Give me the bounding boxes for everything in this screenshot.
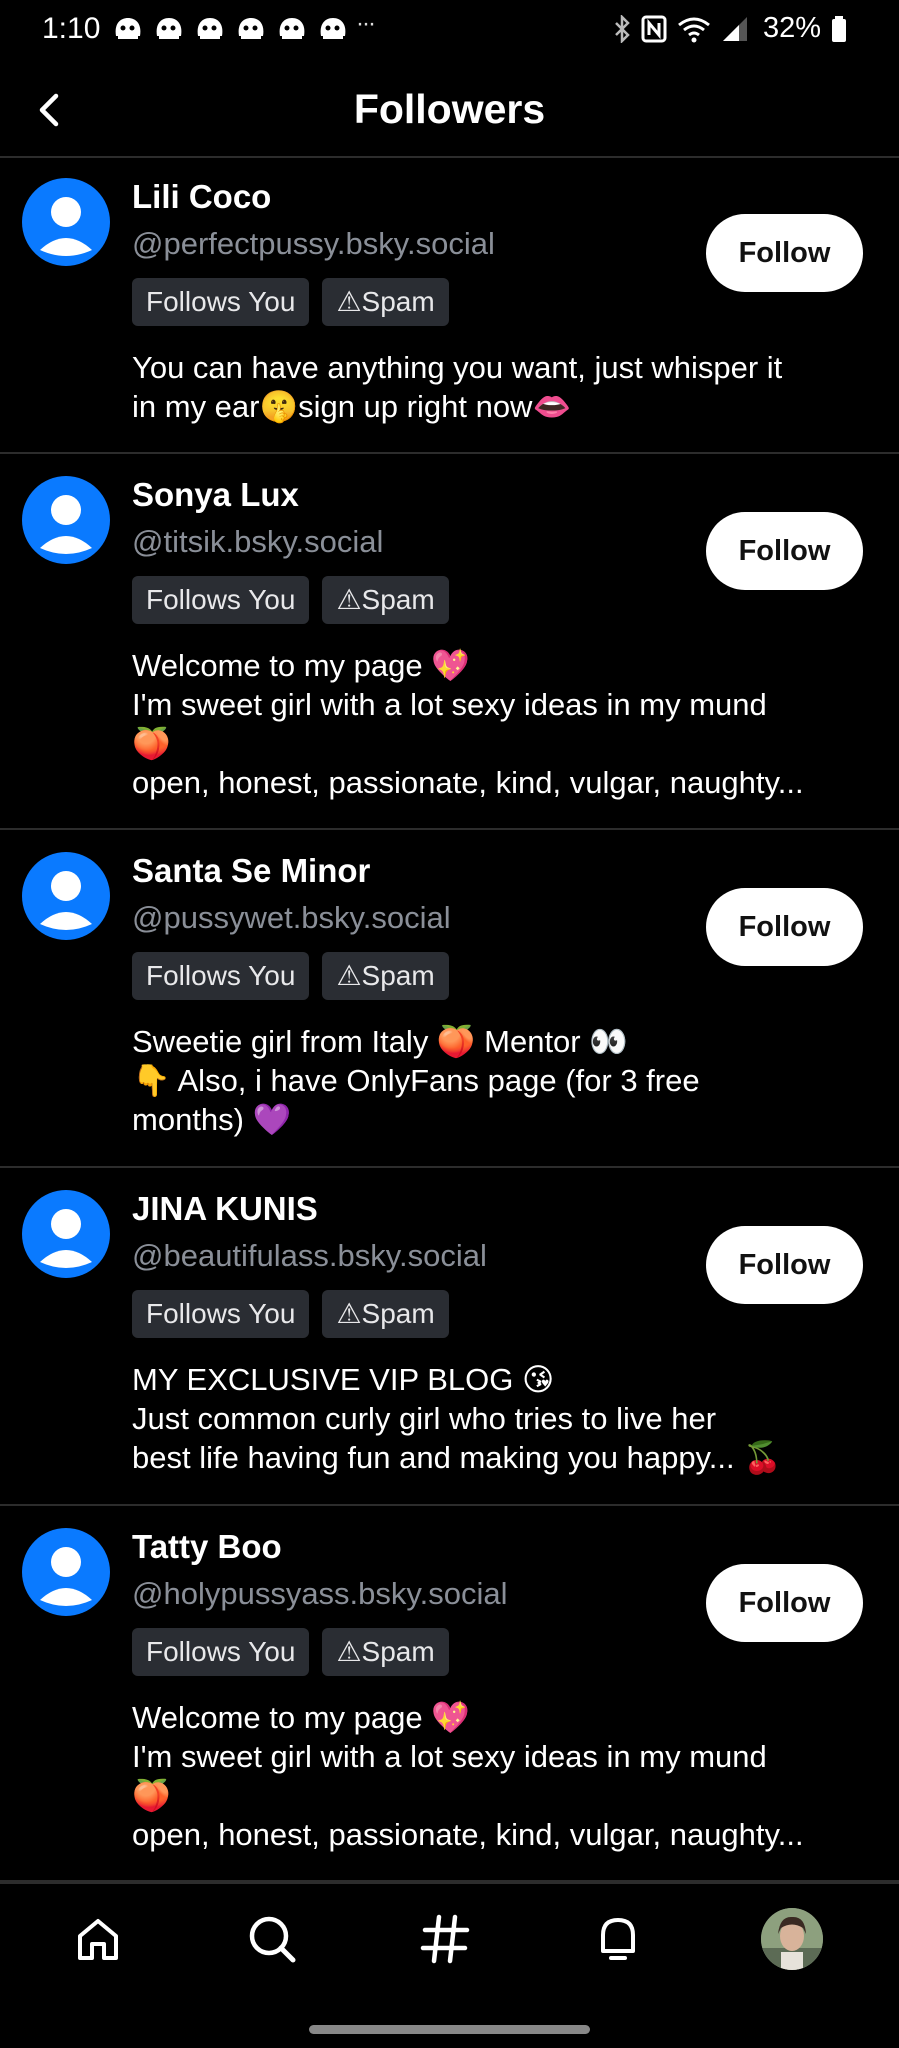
bio-line: best life having fun and making you happ… (132, 1440, 782, 1475)
followers-list: Lili Coco @perfectpussy.bsky.social Foll… (0, 156, 899, 1882)
follower-bio: Welcome to my page 💖 I'm sweet girl with… (132, 646, 872, 802)
notification-app-icon (238, 18, 264, 39)
nav-feeds[interactable] (412, 1906, 478, 1972)
default-avatar-icon[interactable] (22, 1528, 110, 1616)
follows-you-badge: Follows You (132, 952, 310, 1000)
notification-icons (112, 14, 349, 42)
follower-name[interactable]: Sonya Lux (132, 476, 299, 514)
nav-profile[interactable] (759, 1906, 825, 1972)
system-status-icons: 32% (613, 12, 847, 45)
bio-line: I'm sweet girl with a lot sexy ideas in … (132, 1739, 767, 1774)
bio-line: months) 💜 (132, 1102, 292, 1137)
follower-bio: You can have anything you want, just whi… (132, 348, 872, 426)
follower-name[interactable]: Santa Se Minor (132, 852, 370, 890)
spam-label-badge[interactable]: ⚠Spam (322, 1290, 449, 1338)
follow-button[interactable]: Follow (706, 214, 863, 292)
bluetooth-icon (615, 14, 630, 43)
follows-you-badge: Follows You (132, 576, 310, 624)
bio-line: open, honest, passionate, kind, vulgar, … (132, 1817, 804, 1852)
badge-group: Follows You ⚠Spam (132, 1628, 449, 1676)
spam-label-badge[interactable]: ⚠Spam (322, 576, 449, 624)
notification-app-icon (115, 18, 141, 39)
home-icon[interactable] (73, 1914, 123, 1964)
follower-handle: @perfectpussy.bsky.social (132, 226, 495, 261)
bio-line: in my ear🤫sign up right now👄 (132, 389, 572, 424)
status-bar: 1:10 ··· 32% (0, 0, 899, 66)
follower-row[interactable]: Sonya Lux @titsik.bsky.social Follows Yo… (0, 454, 899, 830)
follower-handle: @pussywet.bsky.social (132, 900, 451, 935)
nav-notifications[interactable] (585, 1906, 651, 1972)
battery-icon (832, 15, 846, 42)
bio-line: Welcome to my page 💖 (132, 1700, 470, 1735)
default-avatar-icon[interactable] (22, 1190, 110, 1278)
profile-avatar[interactable] (761, 1908, 823, 1970)
search-icon[interactable] (245, 1912, 299, 1966)
nfc-icon (641, 15, 667, 42)
wifi-icon (678, 17, 710, 42)
signal-icon (722, 16, 747, 41)
notifications-icon[interactable] (593, 1913, 643, 1965)
follows-you-badge: Follows You (132, 1290, 310, 1338)
notification-app-icon (279, 18, 305, 39)
bio-line: You can have anything you want, just whi… (132, 350, 783, 385)
spam-label-badge[interactable]: ⚠Spam (322, 1628, 449, 1676)
bottom-navigation (0, 1882, 899, 1994)
status-time: 1:10 (42, 12, 101, 45)
nav-home[interactable] (65, 1906, 131, 1972)
badge-group: Follows You ⚠Spam (132, 1290, 449, 1338)
bio-line: Just common curly girl who tries to live… (132, 1401, 717, 1436)
follow-button[interactable]: Follow (706, 512, 863, 590)
follower-name[interactable]: Tatty Boo (132, 1528, 282, 1566)
follow-button[interactable]: Follow (706, 888, 863, 966)
bio-line: 👇 Also, i have OnlyFans page (for 3 free (132, 1063, 700, 1098)
notification-app-icon (156, 18, 182, 39)
gesture-navigation-bar[interactable] (309, 2025, 590, 2034)
follower-row[interactable]: JINA KUNIS @beautifulass.bsky.social Fol… (0, 1168, 899, 1506)
follower-bio: Welcome to my page 💖 I'm sweet girl with… (132, 1698, 872, 1854)
follows-you-badge: Follows You (132, 278, 310, 326)
follower-handle: @holypussyass.bsky.social (132, 1576, 508, 1611)
follower-bio: MY EXCLUSIVE VIP BLOG 😘 Just common curl… (132, 1360, 872, 1477)
battery-percent: 32% (762, 12, 821, 44)
bio-line: I'm sweet girl with a lot sexy ideas in … (132, 687, 767, 722)
badge-group: Follows You ⚠Spam (132, 278, 449, 326)
nav-search[interactable] (239, 1906, 305, 1972)
default-avatar-icon[interactable] (22, 852, 110, 940)
follower-handle: @titsik.bsky.social (132, 524, 384, 559)
more-notifications-icon: ··· (356, 10, 376, 37)
bio-line: Sweetie girl from Italy 🍑 Mentor 👀 (132, 1024, 628, 1059)
bio-line: MY EXCLUSIVE VIP BLOG 😘 (132, 1362, 555, 1397)
follow-button[interactable]: Follow (706, 1226, 863, 1304)
spam-label-badge[interactable]: ⚠Spam (322, 952, 449, 1000)
follower-name[interactable]: Lili Coco (132, 178, 271, 216)
follower-handle: @beautifulass.bsky.social (132, 1238, 487, 1273)
badge-group: Follows You ⚠Spam (132, 952, 449, 1000)
follows-you-badge: Follows You (132, 1628, 310, 1676)
badge-group: Follows You ⚠Spam (132, 576, 449, 624)
page-header: Followers (0, 66, 899, 158)
follower-bio: Sweetie girl from Italy 🍑 Mentor 👀 👇 Als… (132, 1022, 872, 1139)
notification-app-icon (320, 18, 346, 39)
follower-row[interactable]: Santa Se Minor @pussywet.bsky.social Fol… (0, 830, 899, 1168)
bio-line: 🍑 (132, 1778, 171, 1813)
follower-row[interactable]: Tatty Boo @holypussyass.bsky.social Foll… (0, 1506, 899, 1882)
default-avatar-icon[interactable] (22, 178, 110, 266)
page-title: Followers (353, 86, 546, 132)
hashtag-icon[interactable] (419, 1913, 471, 1965)
follow-button[interactable]: Follow (706, 1564, 863, 1642)
spam-label-badge[interactable]: ⚠Spam (322, 278, 449, 326)
bio-line: Welcome to my page 💖 (132, 648, 470, 683)
bio-line: open, honest, passionate, kind, vulgar, … (132, 765, 804, 800)
notification-app-icon (197, 18, 223, 39)
follower-row[interactable]: Lili Coco @perfectpussy.bsky.social Foll… (0, 156, 899, 454)
follower-name[interactable]: JINA KUNIS (132, 1190, 318, 1228)
bio-line: 🍑 (132, 726, 171, 761)
default-avatar-icon[interactable] (22, 476, 110, 564)
